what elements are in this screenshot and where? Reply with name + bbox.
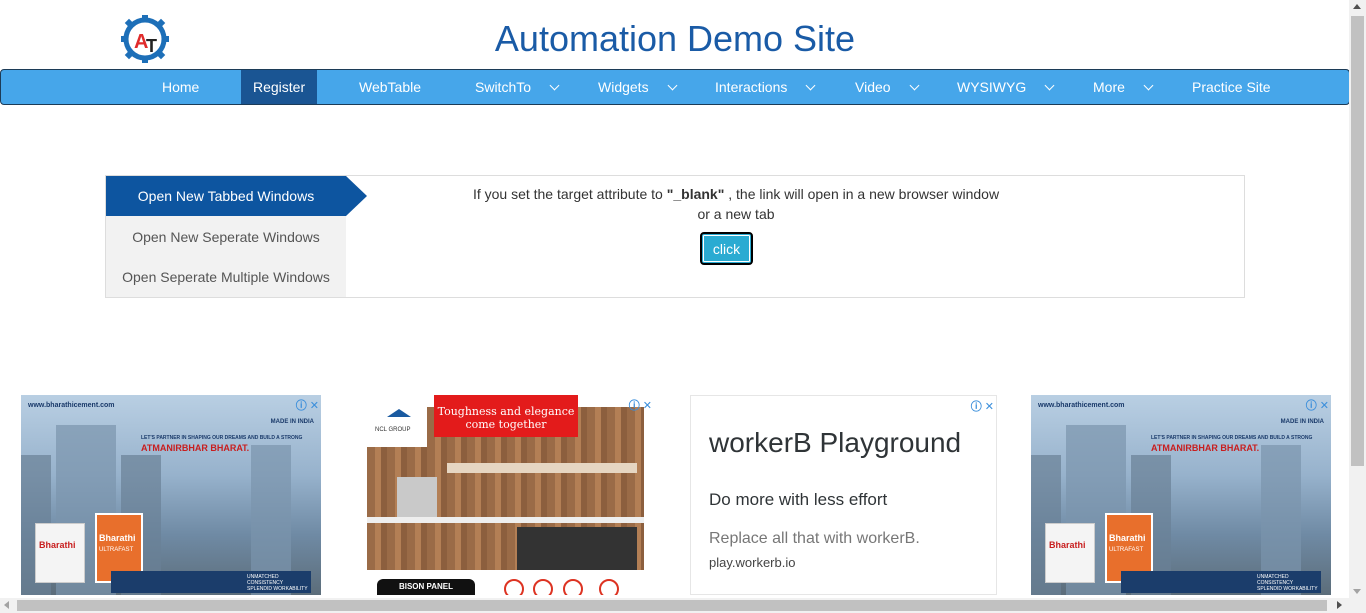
bag-sub: ULTRAFAST bbox=[1109, 547, 1144, 553]
bag-brand: Bharathi bbox=[39, 540, 76, 550]
scroll-up-icon[interactable] bbox=[1353, 4, 1361, 9]
nav-interactions[interactable]: Interactions bbox=[715, 70, 816, 104]
desc-text-line2: or a new tab bbox=[697, 206, 775, 222]
nav-practice-site-label: Practice Site bbox=[1192, 79, 1271, 95]
ad-bottom-strip: BISON PANEL bbox=[367, 575, 654, 595]
cement-bag: Bharathi bbox=[1045, 523, 1095, 583]
nav-widgets[interactable]: Widgets bbox=[598, 70, 678, 104]
termite-icon bbox=[504, 579, 524, 595]
nav-home-label: Home bbox=[162, 79, 200, 95]
desc-text-bold: "_blank" bbox=[666, 186, 725, 202]
ad-ncl-bison[interactable]: NCL GROUP Toughness and elegance come to… bbox=[367, 395, 654, 595]
ad-footer: UNMATCHED CONSISTENCY SPLENDID WORKABILI… bbox=[111, 571, 311, 593]
ad-tagline: LET'S PARTNER IN SHAPING OUR DREAMS AND … bbox=[1151, 435, 1313, 441]
ad-bharathi-cement[interactable]: www.bharathicement.com MADE IN INDIA LET… bbox=[21, 395, 321, 595]
nav-wysiwyg-label: WYSIWYG bbox=[957, 79, 1027, 95]
desc-text-after: , the link will open in a new browser wi… bbox=[724, 186, 1000, 202]
nav-register[interactable]: Register bbox=[241, 70, 318, 104]
fire-icon bbox=[563, 579, 583, 595]
nav-wysiwyg[interactable]: WYSIWYG bbox=[957, 70, 1055, 104]
chevron-down-icon bbox=[909, 80, 920, 91]
tab-open-new-tabbed-windows[interactable]: Open New Tabbed Windows bbox=[106, 176, 367, 216]
ad-close-icon[interactable]: ⓘ ✕ bbox=[629, 397, 652, 413]
horizontal-scroll-thumb[interactable] bbox=[17, 600, 1327, 611]
desc-text-before: If you set the target attribute to bbox=[472, 186, 667, 202]
ad-close-icon[interactable]: ⓘ ✕ bbox=[1306, 397, 1329, 413]
ad-made-in-india: MADE IN INDIA bbox=[270, 419, 314, 425]
nav-interactions-label: Interactions bbox=[715, 79, 788, 95]
vertical-scroll-thumb[interactable] bbox=[1351, 16, 1364, 466]
click-button[interactable]: click bbox=[700, 232, 753, 265]
ad-url: www.bharathicement.com bbox=[1038, 402, 1125, 409]
ad-tagline: LET'S PARTNER IN SHAPING OUR DREAMS AND … bbox=[141, 435, 303, 441]
ad-close-icon[interactable]: ⓘ ✕ bbox=[971, 398, 994, 414]
ad-window bbox=[397, 477, 437, 517]
horizontal-scrollbar[interactable] bbox=[0, 598, 1366, 613]
ad-bharathi-cement[interactable]: www.bharathicement.com MADE IN INDIA LET… bbox=[1031, 395, 1331, 595]
chevron-down-icon bbox=[805, 80, 816, 91]
cement-bag: Bharathi bbox=[35, 523, 85, 583]
ad-ledge bbox=[367, 517, 644, 523]
ad-logo: NCL GROUP bbox=[375, 427, 411, 433]
nav-video[interactable]: Video bbox=[855, 70, 920, 104]
scroll-down-icon[interactable] bbox=[1353, 589, 1361, 594]
vertical-scrollbar[interactable] bbox=[1349, 0, 1366, 598]
page-title: Automation Demo Site bbox=[494, 18, 856, 59]
shield-icon bbox=[599, 579, 619, 595]
windows-panel: Open New Tabbed Windows Open New Seperat… bbox=[105, 175, 1245, 298]
nav-switchto[interactable]: SwitchTo bbox=[475, 70, 560, 104]
tab-open-seperate-multiple-windows[interactable]: Open Seperate Multiple Windows bbox=[106, 257, 346, 297]
ad-banner: ATMANIRBHAR BHARAT. bbox=[1151, 443, 1260, 453]
chevron-down-icon bbox=[1143, 80, 1154, 91]
ad-footer: UNMATCHED CONSISTENCY SPLENDID WORKABILI… bbox=[1121, 571, 1321, 593]
tab-open-new-seperate-windows[interactable]: Open New Seperate Windows bbox=[106, 217, 346, 257]
ad-brand: BISON PANEL bbox=[377, 579, 475, 595]
nav-widgets-label: Widgets bbox=[598, 79, 649, 95]
nav-webtable[interactable]: WebTable bbox=[359, 70, 421, 104]
ad-workerb[interactable]: workerB Playground Do more with less eff… bbox=[690, 395, 997, 595]
chevron-down-icon bbox=[667, 80, 678, 91]
ad-ledge bbox=[447, 463, 637, 473]
bag-brand: Bharathi bbox=[99, 533, 136, 543]
nav-more-label: More bbox=[1093, 79, 1125, 95]
nav-switchto-label: SwitchTo bbox=[475, 79, 532, 95]
house-icon bbox=[387, 409, 411, 417]
ad-made-in-india: MADE IN INDIA bbox=[1280, 419, 1324, 425]
nav-home[interactable]: Home bbox=[162, 70, 199, 104]
water-icon bbox=[533, 579, 553, 595]
ad-url: www.bharathicement.com bbox=[28, 402, 115, 409]
ad-title[interactable]: workerB Playground bbox=[709, 427, 961, 459]
nav-webtable-label: WebTable bbox=[359, 79, 422, 95]
ad-banner: ATMANIRBHAR BHARAT. bbox=[141, 443, 250, 453]
ad-description: Replace all that with workerB. bbox=[709, 530, 920, 547]
tab-content: If you set the target attribute to "_bla… bbox=[346, 176, 1244, 297]
ad-window bbox=[517, 527, 637, 570]
ad-subtitle: Do more with less effort bbox=[709, 490, 888, 509]
bag-brand: Bharathi bbox=[1049, 540, 1086, 550]
ad-url[interactable]: play.workerb.io bbox=[709, 555, 795, 570]
ad-close-icon[interactable]: ⓘ ✕ bbox=[296, 397, 319, 413]
scroll-left-icon[interactable] bbox=[4, 601, 9, 609]
chevron-down-icon bbox=[549, 80, 560, 91]
chevron-down-icon bbox=[1044, 80, 1055, 91]
nav-video-label: Video bbox=[855, 79, 891, 95]
nav-more[interactable]: More bbox=[1093, 70, 1154, 104]
bag-brand: Bharathi bbox=[1109, 533, 1146, 543]
scroll-right-icon[interactable] bbox=[1337, 601, 1342, 609]
windows-tab-list: Open New Tabbed Windows Open New Seperat… bbox=[106, 176, 367, 297]
main-navbar: Home Register WebTable SwitchTo Widgets … bbox=[0, 69, 1350, 105]
ad-headline: Toughness and elegance come together bbox=[434, 395, 578, 437]
nav-register-label: Register bbox=[253, 79, 306, 95]
nav-practice-site[interactable]: Practice Site bbox=[1192, 70, 1271, 104]
tab-description: If you set the target attribute to "_bla… bbox=[436, 184, 1036, 224]
bag-sub: ULTRAFAST bbox=[99, 547, 134, 553]
